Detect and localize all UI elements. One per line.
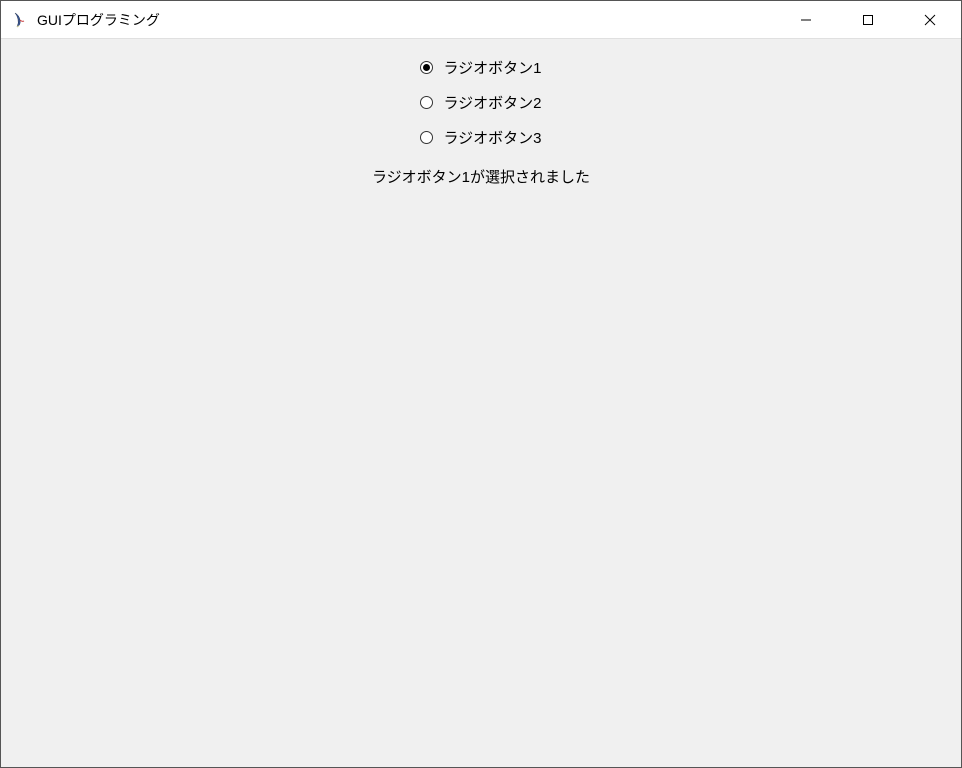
maximize-button[interactable] xyxy=(837,1,899,38)
radio-indicator-icon xyxy=(420,96,433,109)
titlebar: GUIプログラミング xyxy=(1,1,961,39)
minimize-button[interactable] xyxy=(775,1,837,38)
radio-button-3[interactable]: ラジオボタン3 xyxy=(420,127,541,148)
radio-indicator-icon xyxy=(420,131,433,144)
radio-label: ラジオボタン1 xyxy=(443,57,541,78)
radio-label: ラジオボタン2 xyxy=(443,92,541,113)
window-title: GUIプログラミング xyxy=(37,10,775,30)
app-window: GUIプログラミング ラジオボタン1 xyxy=(0,0,962,768)
content-area: ラジオボタン1 ラジオボタン2 ラジオボタン3 ラジオボタン1が選択されました xyxy=(1,39,961,767)
status-label: ラジオボタン1が選択されました xyxy=(372,166,590,187)
close-button[interactable] xyxy=(899,1,961,38)
radio-button-1[interactable]: ラジオボタン1 xyxy=(420,57,541,78)
radio-label: ラジオボタン3 xyxy=(443,127,541,148)
window-controls xyxy=(775,1,961,38)
radio-indicator-icon xyxy=(420,61,433,74)
radio-button-2[interactable]: ラジオボタン2 xyxy=(420,92,541,113)
app-icon xyxy=(11,11,29,29)
